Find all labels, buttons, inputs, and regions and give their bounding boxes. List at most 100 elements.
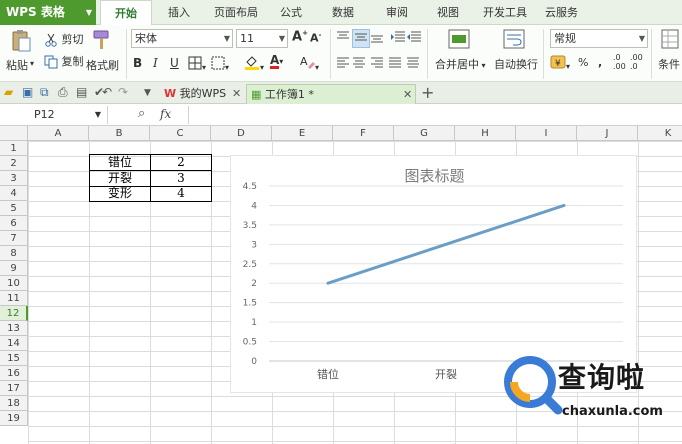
row-header[interactable]: 1 [0,141,28,156]
save-icon[interactable]: ▣ [22,85,33,99]
export-icon[interactable]: ⧉ [40,85,49,100]
row-header[interactable]: 4 [0,186,28,201]
column-header[interactable]: H [455,126,516,141]
paste-icon[interactable] [10,29,32,56]
font-name-select[interactable]: 宋体 ▼ [131,29,233,48]
column-header[interactable]: J [577,126,638,141]
currency-icon[interactable]: ¥ ▾ [550,55,570,72]
row-header[interactable]: 19 [0,411,28,426]
add-tab-icon[interactable]: + [421,83,434,102]
row-header[interactable]: 13 [0,321,28,336]
tab-formulas[interactable]: 公式 [280,0,302,25]
row-header[interactable]: 17 [0,381,28,396]
row-header[interactable]: 15 [0,351,28,366]
paste-button[interactable]: 粘贴 [6,57,28,73]
copy-button[interactable]: 复制 [44,53,84,69]
row-header[interactable]: 12 [0,306,28,321]
table-cell-value[interactable]: 3 [151,171,211,186]
tab-cloud[interactable]: 云服务 [545,0,578,25]
tab-insert[interactable]: 插入 [168,0,190,25]
column-header[interactable]: B [89,126,150,141]
table-cell-label[interactable]: 错位 [90,155,150,170]
column-header[interactable]: G [394,126,455,141]
decrease-font-icon[interactable]: A- [310,31,321,45]
align-center-icon[interactable] [352,57,366,72]
row-header[interactable]: 6 [0,216,28,231]
cut-button[interactable]: 剪切 [44,31,84,47]
bold-icon[interactable]: B [133,56,142,70]
align-right-icon[interactable] [370,57,384,72]
tab-data[interactable]: 数据 [332,0,354,25]
row-header[interactable]: 7 [0,231,28,246]
fill-color-icon[interactable]: ▾ [244,54,264,73]
italic-icon[interactable]: I [153,56,158,70]
format-painter-icon[interactable] [90,29,112,54]
conditional-format-button[interactable]: 条件 [658,56,680,72]
distributed-icon[interactable] [406,57,420,72]
underline-icon[interactable]: U [170,56,179,70]
number-format-select[interactable]: 常规 ▼ [550,29,648,48]
zoom-icon[interactable]: ⌕ [138,106,145,121]
table-cell-value[interactable]: 2 [151,155,211,170]
close-icon[interactable]: ✕ [403,85,412,104]
quick-access-chevron-icon[interactable]: ▼ [144,88,151,98]
print-icon[interactable]: ⎙ [58,85,68,100]
align-middle-icon[interactable] [352,29,370,48]
wrap-text-icon[interactable] [503,29,525,52]
column-header[interactable]: F [333,126,394,141]
paste-chevron-icon[interactable]: ▾ [30,59,34,68]
font-color-icon[interactable]: A▾ [270,54,283,69]
increase-indent-icon[interactable] [406,31,422,46]
column-header[interactable]: E [272,126,333,141]
function-icon[interactable]: fx [160,107,171,121]
table-cell-value[interactable]: 4 [151,186,211,201]
align-top-icon[interactable] [336,31,350,46]
doc-tab-workbook[interactable]: ▦ 工作簿1 * ✕ [246,84,416,104]
column-header[interactable]: K [638,126,682,141]
table-cell-label[interactable]: 变形 [90,186,150,201]
redo-icon[interactable]: ↷ [118,85,128,99]
border-icon[interactable]: ▾ [188,56,206,73]
format-painter-button[interactable]: 格式刷 [86,57,119,73]
decrease-indent-icon[interactable] [390,31,406,46]
row-header[interactable]: 14 [0,336,28,351]
merge-center-button[interactable]: 合并居中 ▾ [435,56,486,72]
wrap-text-button[interactable]: 自动换行 [494,56,538,72]
row-header[interactable]: 16 [0,366,28,381]
row-header[interactable]: 10 [0,276,28,291]
font-size-select[interactable]: 11 ▼ [236,29,288,48]
row-header[interactable]: 5 [0,201,28,216]
row-header[interactable]: 3 [0,171,28,186]
clear-format-icon[interactable]: A ▾ [299,54,319,73]
table-cell-label[interactable]: 开裂 [90,171,150,186]
merge-border-icon[interactable]: ▾ [211,56,229,73]
column-header[interactable]: I [516,126,577,141]
percent-button[interactable]: % [578,56,588,69]
doc-tab-my-wps[interactable]: W 我的WPS ✕ [160,84,246,104]
row-header[interactable]: 2 [0,156,28,171]
increase-decimal-icon[interactable]: .0.00 [613,53,626,71]
decrease-decimal-icon[interactable]: .00.0 [630,53,643,71]
column-header[interactable]: A [28,126,89,141]
column-header[interactable]: C [150,126,211,141]
comma-button[interactable]: , [598,56,602,69]
formula-input[interactable] [188,106,682,124]
column-header[interactable]: D [211,126,272,141]
align-left-icon[interactable] [336,57,350,72]
folder-icon[interactable]: ▰ [4,85,13,99]
close-icon[interactable]: ✕ [232,84,241,103]
tab-home[interactable]: 开始 [100,0,152,26]
tab-review[interactable]: 审阅 [386,0,408,25]
row-header[interactable]: 9 [0,261,28,276]
row-header[interactable]: 8 [0,246,28,261]
select-all-corner[interactable] [0,126,28,141]
row-header[interactable]: 18 [0,396,28,411]
tab-developer[interactable]: 开发工具 [483,0,527,25]
justify-icon[interactable] [388,57,402,72]
tab-view[interactable]: 视图 [437,0,459,25]
print-preview-icon[interactable]: ▤ [76,85,87,99]
conditional-format-icon[interactable] [661,29,679,52]
align-bottom-icon[interactable] [370,31,384,46]
app-menu-button[interactable]: WPS 表格 ▼ [0,0,96,25]
merge-center-icon[interactable] [448,29,470,52]
